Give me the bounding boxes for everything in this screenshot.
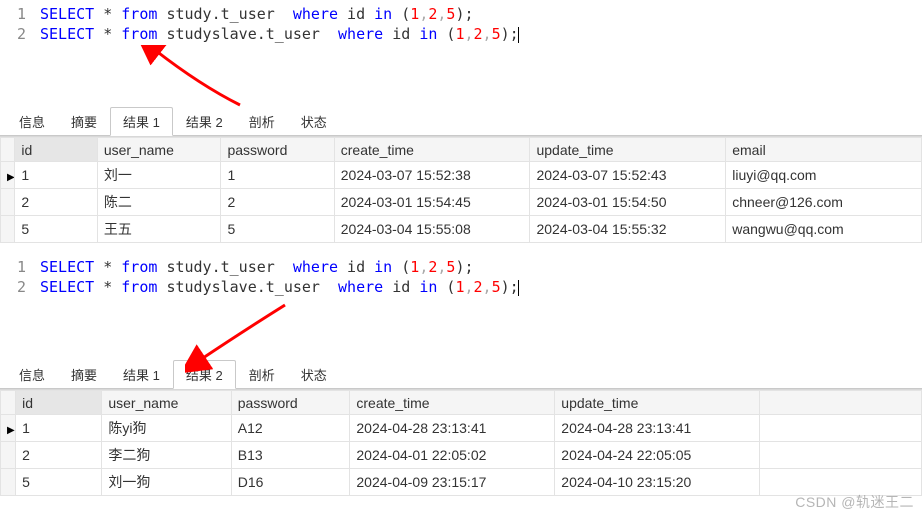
result-grid-2[interactable]: id user_name password create_time update… xyxy=(0,389,922,496)
tab-status[interactable]: 状态 xyxy=(288,360,340,388)
col-header-create-time[interactable]: create_time xyxy=(350,391,555,415)
row-header-blank xyxy=(1,138,15,162)
col-header-update-time[interactable]: update_time xyxy=(530,138,726,162)
sql-line-2: SELECT * from studyslave.t_user where id… xyxy=(40,24,922,44)
col-header-user-name[interactable]: user_name xyxy=(97,138,221,162)
col-header-empty xyxy=(760,391,922,415)
result-tabs-top: 信息 摘要 结果 1 结果 2 剖析 状态 xyxy=(0,106,922,136)
result-grid-1[interactable]: id user_name password create_time update… xyxy=(0,136,922,243)
tab-result-2[interactable]: 结果 2 xyxy=(173,107,236,135)
sql-line-1: SELECT * from study.t_user where id in (… xyxy=(40,257,922,277)
tab-summary[interactable]: 摘要 xyxy=(58,360,110,388)
table-row[interactable]: 1 刘一 1 2024-03-07 15:52:38 2024-03-07 15… xyxy=(1,162,922,189)
table-row[interactable]: 5 王五 5 2024-03-04 15:55:08 2024-03-04 15… xyxy=(1,216,922,243)
tab-result-1[interactable]: 结果 1 xyxy=(110,360,173,388)
col-header-create-time[interactable]: create_time xyxy=(334,138,530,162)
tab-result-2[interactable]: 结果 2 xyxy=(173,360,236,389)
tab-profile[interactable]: 剖析 xyxy=(236,360,288,388)
watermark: CSDN @轨迷王二 xyxy=(795,492,914,512)
line-number: 2 xyxy=(0,24,40,44)
table-row[interactable]: 2 陈二 2 2024-03-01 15:54:45 2024-03-01 15… xyxy=(1,189,922,216)
line-number: 1 xyxy=(0,4,40,24)
tab-result-1[interactable]: 结果 1 xyxy=(110,107,173,136)
table-row[interactable]: 2 李二狗 B13 2024-04-01 22:05:02 2024-04-24… xyxy=(1,442,922,469)
col-header-id[interactable]: id xyxy=(15,138,97,162)
sql-line-2: SELECT * from studyslave.t_user where id… xyxy=(40,277,922,297)
line-number: 1 xyxy=(0,257,40,277)
table-row[interactable]: 1 陈yi狗 A12 2024-04-28 23:13:41 2024-04-2… xyxy=(1,415,922,442)
tab-info[interactable]: 信息 xyxy=(6,360,58,388)
tab-status[interactable]: 状态 xyxy=(288,107,340,135)
current-row-indicator-icon xyxy=(1,162,15,189)
col-header-password[interactable]: password xyxy=(231,391,350,415)
col-header-user-name[interactable]: user_name xyxy=(102,391,231,415)
sql-editor-top[interactable]: 1 SELECT * from study.t_user where id in… xyxy=(0,0,922,48)
sql-editor-bottom[interactable]: 1 SELECT * from study.t_user where id in… xyxy=(0,253,922,301)
col-header-update-time[interactable]: update_time xyxy=(555,391,760,415)
tab-profile[interactable]: 剖析 xyxy=(236,107,288,135)
current-row-indicator-icon xyxy=(1,415,16,442)
table-row[interactable]: 5 刘一狗 D16 2024-04-09 23:15:17 2024-04-10… xyxy=(1,469,922,496)
col-header-id[interactable]: id xyxy=(16,391,102,415)
row-header-blank xyxy=(1,391,16,415)
line-number: 2 xyxy=(0,277,40,297)
tab-summary[interactable]: 摘要 xyxy=(58,107,110,135)
col-header-password[interactable]: password xyxy=(221,138,334,162)
col-header-email[interactable]: email xyxy=(726,138,922,162)
result-tabs-bottom: 信息 摘要 结果 1 结果 2 剖析 状态 xyxy=(0,359,922,389)
sql-line-1: SELECT * from study.t_user where id in (… xyxy=(40,4,922,24)
tab-info[interactable]: 信息 xyxy=(6,107,58,135)
